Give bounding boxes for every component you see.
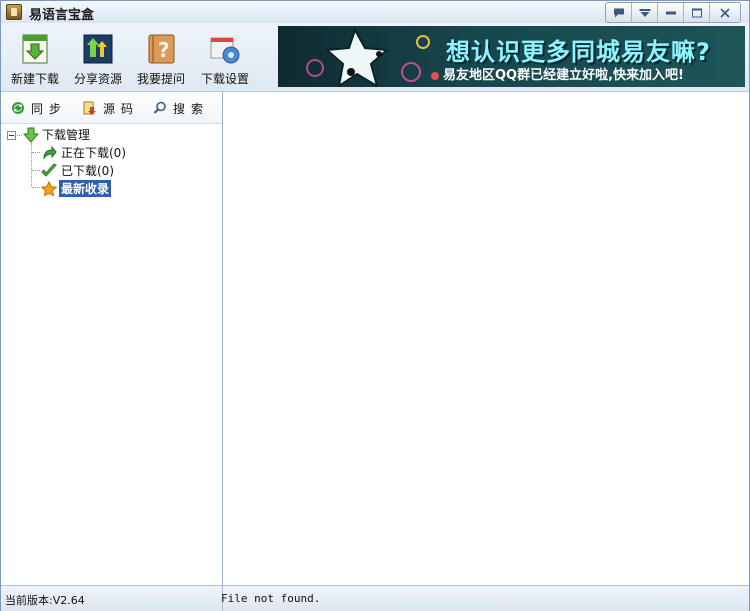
feedback-button[interactable] <box>606 3 632 22</box>
tree-node-label: 下载管理 <box>42 128 91 142</box>
ask-question-button[interactable]: ? 我要提问 <box>131 30 191 88</box>
tab-source[interactable]: 源码 <box>83 100 139 116</box>
tree-node-download-manager[interactable]: 下载管理 <box>23 126 90 143</box>
minimize-button[interactable] <box>658 3 684 22</box>
question-book-icon: ? <box>145 33 177 65</box>
star-decoration-icon <box>306 28 439 87</box>
download-arrow-icon <box>23 127 39 143</box>
download-settings-label: 下载设置 <box>200 72 249 86</box>
star-icon <box>41 180 57 197</box>
panel-tabs: 同步 源码 搜索 <box>1 92 222 124</box>
tab-search-label: 搜索 <box>173 101 210 116</box>
chevron-down-icon <box>639 8 650 17</box>
ask-question-label: 我要提问 <box>136 72 185 86</box>
tree-connector <box>32 152 40 153</box>
new-download-label: 新建下载 <box>10 72 59 86</box>
version-label: 当前版本:V2.64 <box>5 594 85 607</box>
close-button[interactable] <box>710 3 740 22</box>
search-icon <box>153 101 166 114</box>
settings-gear-icon <box>209 33 241 65</box>
download-settings-button[interactable]: 下载设置 <box>195 30 255 88</box>
menu-dropdown-button[interactable] <box>632 3 658 22</box>
tree-node-label: 最新收录 <box>59 180 112 197</box>
chat-bubble-icon <box>613 8 624 17</box>
tab-sync[interactable]: 同步 <box>11 100 67 116</box>
new-download-icon <box>19 33 51 65</box>
tree-node-downloading[interactable]: 正在下载(0) <box>41 144 126 161</box>
window-title: 易语言宝盒 <box>29 8 95 23</box>
share-upload-icon <box>82 33 114 65</box>
tab-source-label: 源码 <box>103 101 140 116</box>
tree-node-latest[interactable]: 最新收录 <box>41 180 112 197</box>
status-message: File not found. <box>221 592 321 605</box>
share-resource-button[interactable]: 分享资源 <box>68 30 128 88</box>
new-download-button[interactable]: 新建下载 <box>5 30 65 88</box>
tab-sync-label: 同步 <box>31 101 68 116</box>
content-panel <box>223 92 749 585</box>
tab-search[interactable]: 搜索 <box>153 100 209 116</box>
banner-subline: 易友地区QQ群已经建立好啦,快来加入吧! <box>443 68 684 83</box>
share-resource-label: 分享资源 <box>73 72 122 86</box>
tree-node-label: 正在下载(0) <box>61 146 126 160</box>
sync-icon <box>12 102 24 114</box>
svg-text:?: ? <box>158 38 170 62</box>
window-controls <box>605 2 741 23</box>
tree-connector <box>31 143 32 187</box>
main-window: 易语言宝盒 新建下载 分享资源 ? 我要提问 下载设置 想认识更多同城易友嘛? … <box>0 0 750 611</box>
banner-headline: 想认识更多同城易友嘛? <box>446 38 711 66</box>
app-icon <box>6 4 22 20</box>
refresh-arrow-icon <box>43 145 57 160</box>
status-bar: 当前版本:V2.64 File not found. <box>1 585 749 611</box>
toolbar: 新建下载 分享资源 ? 我要提问 下载设置 想认识更多同城易友嘛? 易友地区QQ… <box>1 23 749 92</box>
qq-group-banner[interactable]: 想认识更多同城易友嘛? 易友地区QQ群已经建立好啦,快来加入吧! <box>278 26 745 87</box>
source-code-icon <box>83 101 96 115</box>
collapse-toggle[interactable] <box>7 131 16 140</box>
checkmark-icon <box>41 162 57 177</box>
minimize-icon <box>665 11 676 14</box>
tree-node-downloaded[interactable]: 已下载(0) <box>41 162 114 179</box>
maximize-icon <box>691 8 702 17</box>
tree-connector <box>32 187 40 188</box>
title-bar: 易语言宝盒 <box>1 1 749 23</box>
left-panel: 同步 源码 搜索 下载管理 正在下载(0) 已下载(0) 最新收录 <box>1 92 223 585</box>
tree-connector <box>17 135 22 136</box>
close-icon <box>720 7 730 18</box>
tree-connector <box>32 170 40 171</box>
tree-node-label: 已下载(0) <box>61 164 114 178</box>
maximize-button[interactable] <box>684 3 710 22</box>
